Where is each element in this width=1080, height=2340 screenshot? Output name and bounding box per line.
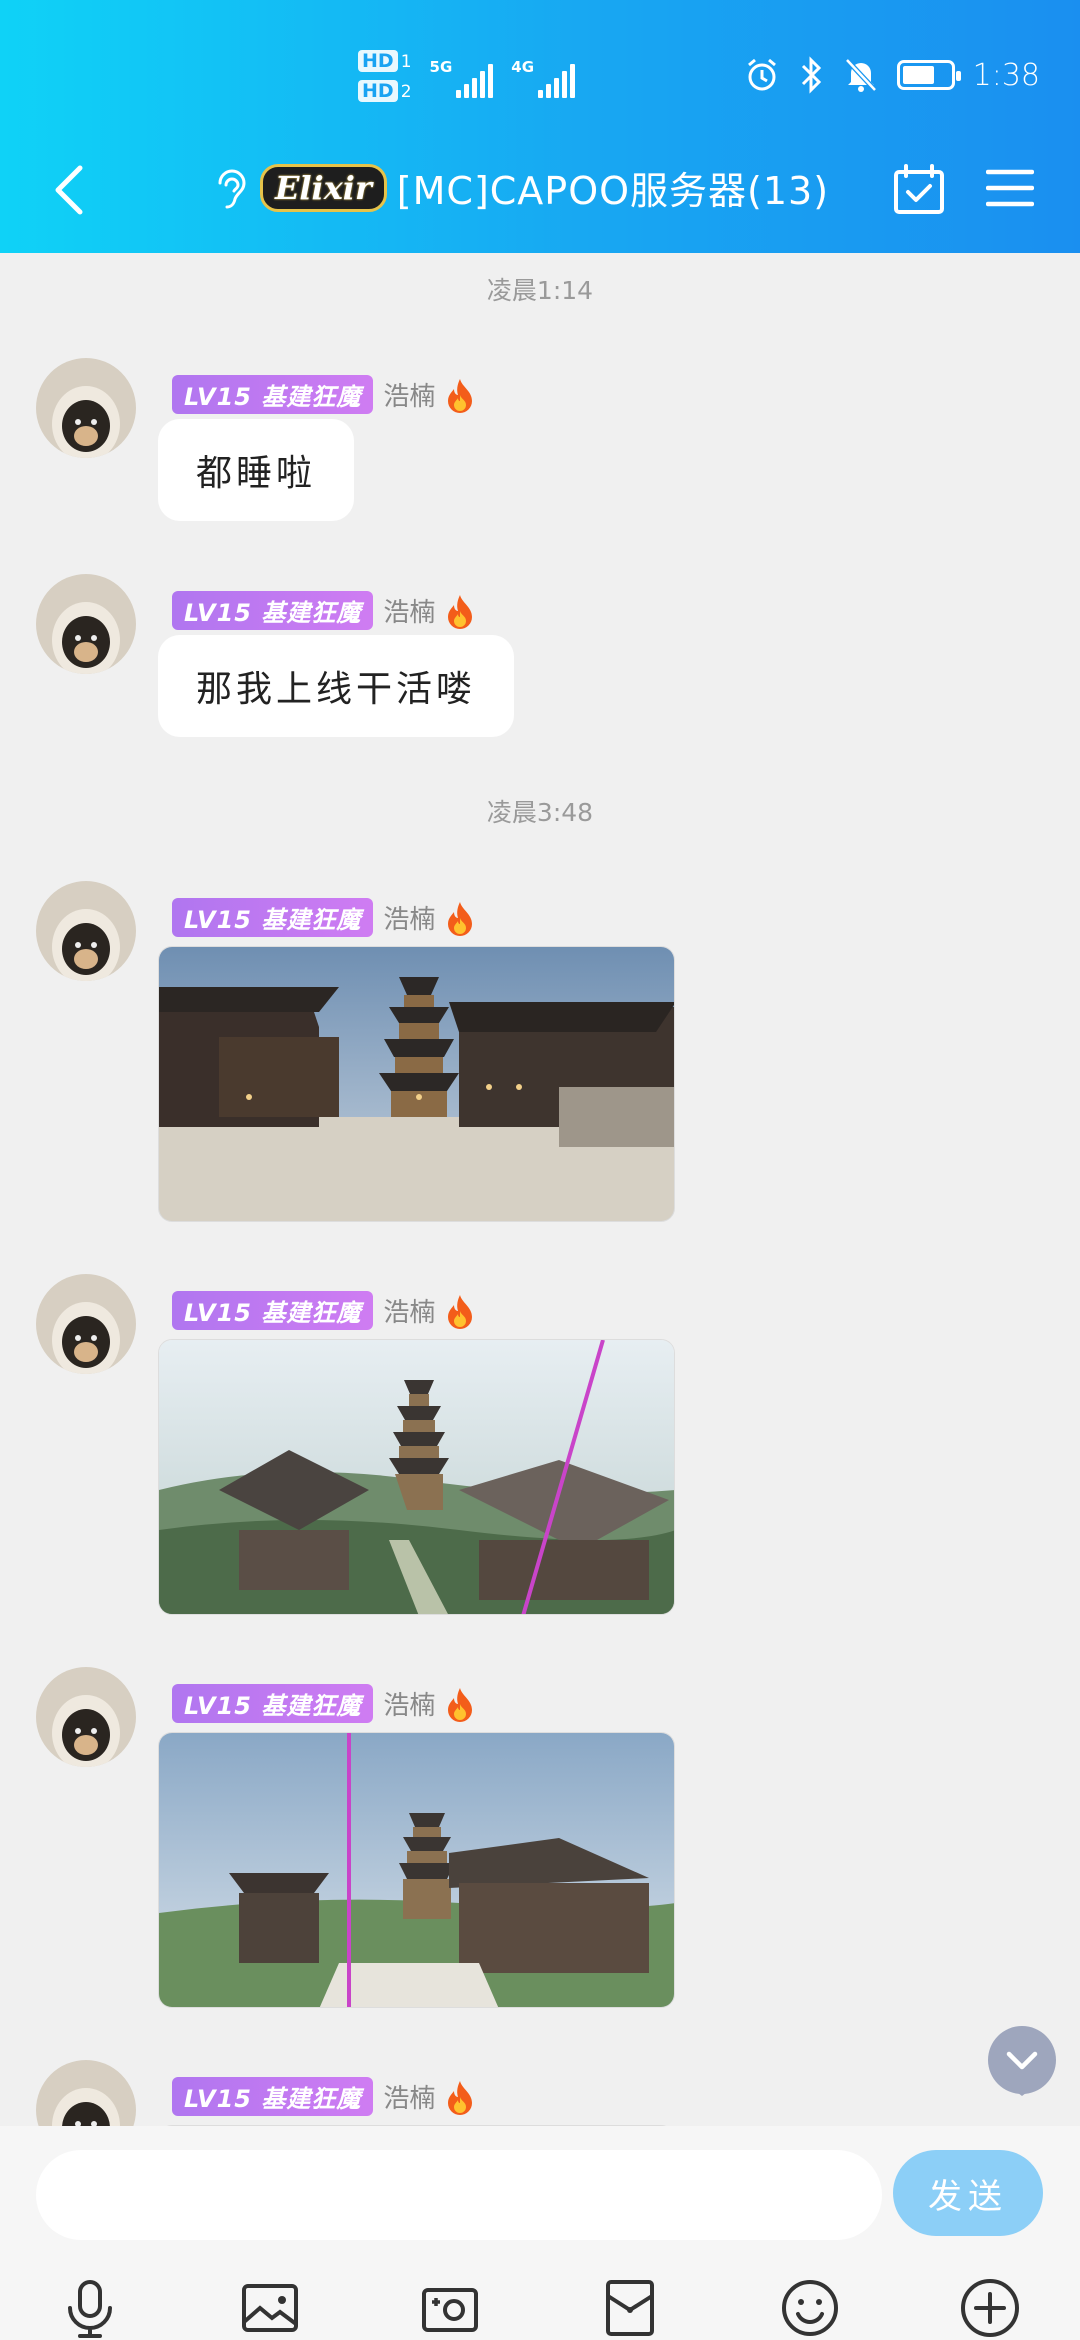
red-packet-icon[interactable] [598, 2276, 662, 2340]
net-label-4g: 4G [511, 58, 535, 76]
sender-name[interactable]: 浩楠 [383, 2078, 435, 2115]
level-badge: LV15 基建狂魔 [172, 2077, 374, 2116]
sender-row: LV15 基建狂魔 浩楠 [172, 1684, 475, 1723]
bluetooth-icon [801, 56, 821, 94]
level-badge: LV15 基建狂魔 [172, 591, 374, 630]
group-title: [MC]CAPOO服务器(13) [396, 169, 830, 213]
level-badge: LV15 基建狂魔 [172, 1291, 374, 1330]
sender-name[interactable]: 浩楠 [383, 376, 435, 413]
input-toolbar [0, 2276, 1080, 2340]
sender-name[interactable]: 浩楠 [383, 1292, 435, 1329]
level-badge: LV15 基建狂魔 [172, 375, 374, 414]
battery-icon [896, 60, 961, 90]
camera-icon[interactable] [418, 2276, 482, 2340]
fire-icon [448, 594, 473, 629]
fire-icon [448, 1294, 473, 1329]
time-separator: 凌晨1:14 [486, 276, 594, 305]
signal-bars-icon [456, 62, 494, 98]
status-time: 1:38 [972, 57, 1040, 93]
level-badge: LV15 基建狂魔 [172, 898, 374, 937]
fire-icon [448, 901, 473, 936]
sender-name[interactable]: 浩楠 [383, 1685, 435, 1722]
fire-icon [448, 1687, 473, 1722]
avatar[interactable] [36, 2060, 136, 2126]
signal-bars-icon [538, 62, 576, 98]
time-separator: 凌晨3:48 [486, 798, 594, 827]
plus-icon[interactable] [958, 2276, 1022, 2340]
microphone-icon[interactable] [58, 2276, 122, 2340]
image-message[interactable] [158, 1732, 675, 2008]
avatar[interactable] [36, 881, 136, 981]
photo-icon[interactable] [238, 2276, 302, 2340]
mute-bell-icon [844, 58, 877, 92]
sender-row: LV15 基建狂魔 浩楠 [172, 375, 475, 414]
emoji-icon[interactable] [778, 2276, 842, 2340]
hd-indicator-2: HD [358, 80, 398, 102]
send-button[interactable]: 发送 [893, 2150, 1043, 2236]
sender-row: LV15 基建狂魔 浩楠 [172, 2077, 475, 2116]
image-message[interactable] [158, 946, 675, 1222]
level-badge: LV15 基建狂魔 [172, 1684, 374, 1723]
text-bubble[interactable]: 都睡啦 [158, 419, 355, 521]
hd-num-1: 1 [400, 52, 412, 72]
text-bubble[interactable]: 那我上线干活喽 [158, 635, 515, 737]
ear-icon [218, 169, 246, 208]
scroll-to-bottom-button[interactable] [988, 2026, 1056, 2096]
net-label-5g: 5G [429, 58, 453, 76]
hd-indicator-1: HD [358, 50, 398, 72]
avatar[interactable] [36, 1667, 136, 1767]
message-list[interactable]: 凌晨1:14 LV15 基建狂魔 浩楠 都睡啦 LV15 基建狂魔 浩楠 那我上… [0, 253, 1080, 2126]
calendar-check-icon[interactable] [892, 164, 946, 216]
signal-5g: 5G [430, 48, 494, 98]
sender-name[interactable]: 浩楠 [383, 899, 435, 936]
fire-icon [448, 378, 473, 413]
menu-icon[interactable] [986, 168, 1034, 208]
status-bar-right: 1:38 [743, 56, 1040, 94]
group-badge: Elixir [260, 163, 387, 212]
avatar[interactable] [36, 358, 136, 458]
back-arrow-icon[interactable] [48, 162, 92, 218]
sender-name[interactable]: 浩楠 [383, 592, 435, 629]
chat-header: HD 1 HD 2 5G 4G 1:38 Elixir [MC]CAPOO服务器(1… [0, 0, 1080, 253]
avatar[interactable] [36, 574, 136, 674]
fire-icon [448, 2080, 473, 2115]
chat-title[interactable]: Elixir [MC]CAPOO服务器(13) [210, 160, 829, 215]
image-message[interactable] [158, 1339, 675, 1615]
sender-row: LV15 基建狂魔 浩楠 [172, 591, 475, 630]
sender-row: LV15 基建狂魔 浩楠 [172, 1291, 475, 1330]
message-input[interactable] [36, 2150, 882, 2240]
status-bar-left: HD 1 HD 2 5G 4G [358, 48, 576, 104]
avatar[interactable] [36, 1274, 136, 1374]
hd-num-2: 2 [400, 82, 412, 102]
alarm-icon [747, 58, 776, 91]
input-bar: 发送 [0, 2126, 1080, 2340]
signal-4g: 4G [511, 48, 576, 98]
sender-row: LV15 基建狂魔 浩楠 [172, 898, 475, 937]
